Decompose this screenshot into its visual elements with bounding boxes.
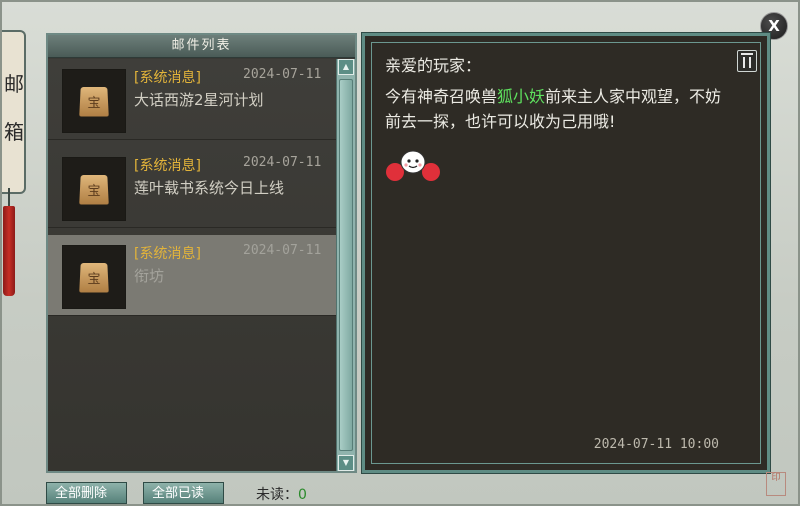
seal-stamp-icon: 印	[766, 472, 786, 496]
mail-list: 宝 [系统消息] 2024-07-11 大话西游2星河计划 宝 [系统消息] 2…	[48, 59, 339, 471]
treasure-tile-icon: 宝	[79, 87, 109, 117]
side-scroll-char: 邮	[4, 72, 24, 96]
mail-list-item[interactable]: 宝 [系统消息] 2024-07-11 大话西游2星河计划	[48, 59, 339, 140]
message-timestamp: 2024-07-11 10:00	[593, 437, 719, 452]
side-scroll-char: 箱	[4, 120, 24, 144]
mail-list-title: 邮件列表	[48, 35, 355, 58]
mail-window: 邮 箱 X 邮件列表 宝 [系统消息] 2024-07-11 大话西游2星河计划…	[0, 0, 800, 506]
mail-list-scrollbar[interactable]: ▲ ▼	[336, 59, 355, 471]
mail-list-panel: 邮件列表 宝 [系统消息] 2024-07-11 大话西游2星河计划 宝 [系统…	[46, 33, 357, 473]
side-scroll-decoration: 邮 箱	[2, 30, 26, 194]
scroll-thumb[interactable]	[339, 79, 353, 451]
mail-item-tag: [系统消息]	[134, 158, 201, 174]
mail-list-item-selected[interactable]: 宝 [系统消息] 2024-07-11 衔坊	[48, 235, 339, 316]
unread-counter: 未读：0	[256, 484, 307, 504]
message-panel: 亲爱的玩家： 今有神奇召唤兽狐小妖前来主人家中观望，不妨前去一探，也许可以收为己…	[361, 32, 771, 474]
treasure-tile-icon: 宝	[79, 175, 109, 205]
pet-name-highlight: 狐小妖	[497, 87, 546, 106]
mail-item-date: 2024-07-11	[243, 155, 322, 170]
mail-list-item[interactable]: 宝 [系统消息] 2024-07-11 莲叶载书系统今日上线	[48, 147, 339, 228]
mail-item-icon: 宝	[62, 157, 126, 221]
mail-item-subject: 衔坊	[134, 267, 165, 285]
cheerleader-emoji-icon	[386, 150, 440, 181]
red-tassel-decoration	[3, 206, 15, 296]
scroll-down-icon[interactable]: ▼	[338, 455, 354, 471]
mail-item-date: 2024-07-11	[243, 243, 322, 258]
mail-item-tag: [系统消息]	[134, 246, 201, 262]
mail-item-subject: 莲叶载书系统今日上线	[134, 179, 285, 197]
mail-item-icon: 宝	[62, 69, 126, 133]
mail-item-date: 2024-07-11	[243, 67, 322, 82]
unread-label: 未读：	[256, 487, 298, 503]
unread-count: 0	[298, 487, 307, 503]
mail-item-icon: 宝	[62, 245, 126, 309]
tassel-cord	[8, 188, 10, 206]
treasure-tile-icon: 宝	[79, 263, 109, 293]
message-greeting: 亲爱的玩家：	[385, 56, 482, 75]
delete-all-button[interactable]: 全部删除	[46, 482, 127, 504]
message-text: 今有神奇召唤兽	[385, 87, 498, 106]
mail-item-tag: [系统消息]	[134, 70, 201, 86]
mark-all-read-button[interactable]: 全部已读	[143, 482, 224, 504]
mail-item-subject: 大话西游2星河计划	[134, 91, 264, 109]
scroll-up-icon[interactable]: ▲	[338, 59, 354, 75]
message-body: 今有神奇召唤兽狐小妖前来主人家中观望，不妨前去一探，也许可以收为己用哦!	[385, 84, 735, 134]
trash-icon[interactable]	[737, 50, 757, 72]
